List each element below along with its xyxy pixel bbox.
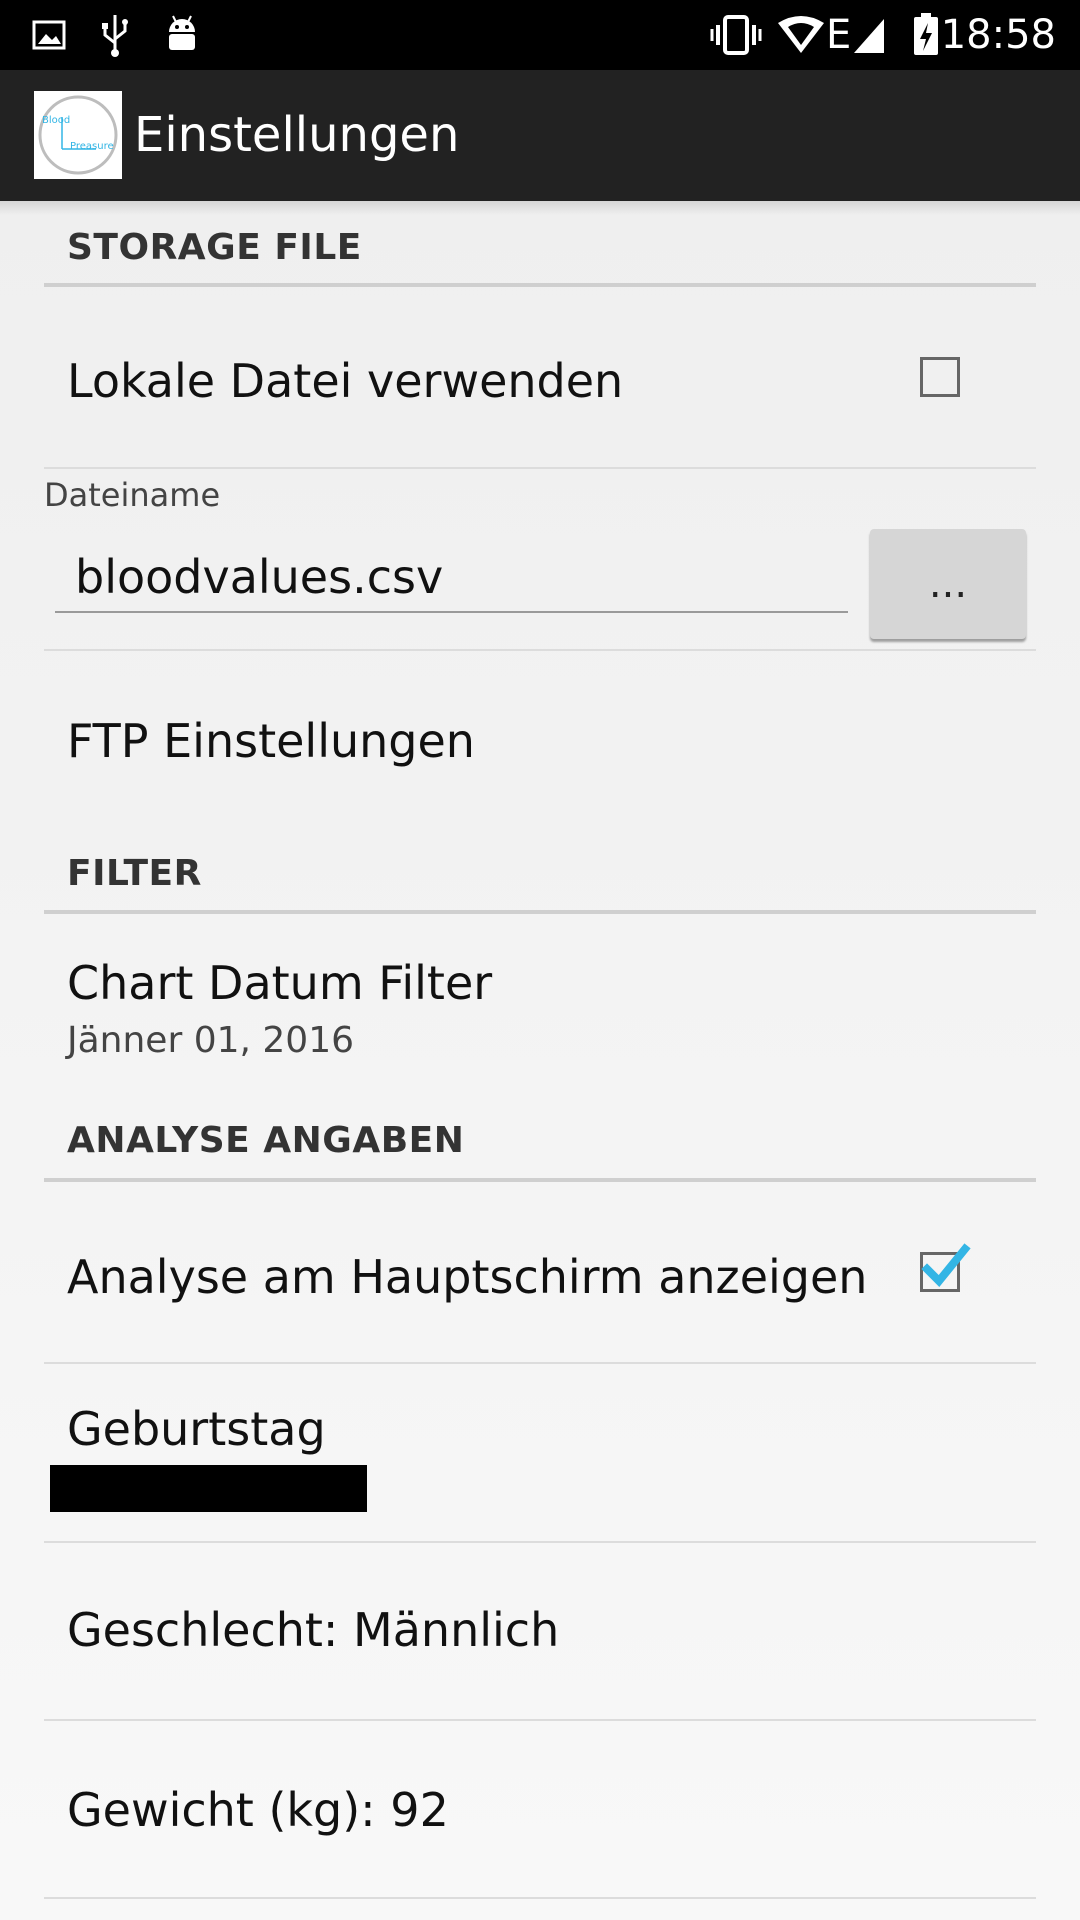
ftp-settings-label: FTP Einstellungen [67,714,475,768]
use-local-file-label: Lokale Datei verwenden [67,354,624,408]
app-logo-text-1: Blood [42,115,70,126]
use-local-file-row[interactable]: Lokale Datei verwenden [0,287,1080,467]
status-bar: E 18:58 [0,0,1080,70]
app-logo-text-2: Preasure [70,141,114,152]
chart-date-filter-row[interactable]: Chart Datum Filter Jänner 01, 2016 [0,914,1080,1064]
action-bar: Blood Preasure Einstellungen [0,70,1080,201]
network-type-label: E [826,12,852,58]
image-icon [32,12,66,58]
section-header-storage: STORAGE FILE [67,227,362,268]
ftp-settings-row[interactable]: FTP Einstellungen [0,651,1080,801]
android-icon [165,12,199,58]
signal-icon [852,12,886,58]
battery-charging-icon [912,12,940,58]
usb-icon [100,12,130,58]
filename-input[interactable] [55,543,848,613]
row-divider [44,1897,1036,1899]
app-logo-icon[interactable]: Blood Preasure [34,91,122,179]
chart-date-filter-label: Chart Datum Filter [67,956,493,1010]
wifi-icon [776,12,826,58]
redacted-birthday-value [50,1465,367,1512]
gender-label: Geschlecht: Männlich [67,1603,560,1657]
birthday-label: Geburtstag [67,1402,326,1456]
row-divider [44,467,1036,469]
birthday-row[interactable]: Geburtstag [0,1364,1080,1541]
use-local-file-checkbox[interactable] [920,357,960,397]
gender-row[interactable]: Geschlecht: Männlich [0,1543,1080,1719]
clock: 18:58 [940,12,1056,58]
show-analysis-checkbox[interactable] [920,1243,971,1292]
section-header-analysis: ANALYSE ANGABEN [67,1120,465,1161]
weight-row[interactable]: Gewicht (kg): 92 [0,1721,1080,1897]
checkmark-icon [921,1243,971,1287]
show-analysis-label: Analyse am Hauptschirm anzeigen [67,1250,868,1304]
settings-list: STORAGE FILE Lokale Datei verwenden Date… [0,201,1080,1920]
vibrate-icon [710,12,762,58]
chart-date-filter-value: Jänner 01, 2016 [67,1020,355,1061]
weight-label: Gewicht (kg): 92 [67,1783,449,1837]
browse-file-button[interactable]: ... [870,529,1026,639]
actionbar-shadow [0,201,1080,215]
page-title: Einstellungen [134,107,460,163]
filename-label: Dateiname [44,476,221,514]
show-analysis-row[interactable]: Analyse am Hauptschirm anzeigen [0,1182,1080,1362]
section-header-filter: FILTER [67,853,202,894]
